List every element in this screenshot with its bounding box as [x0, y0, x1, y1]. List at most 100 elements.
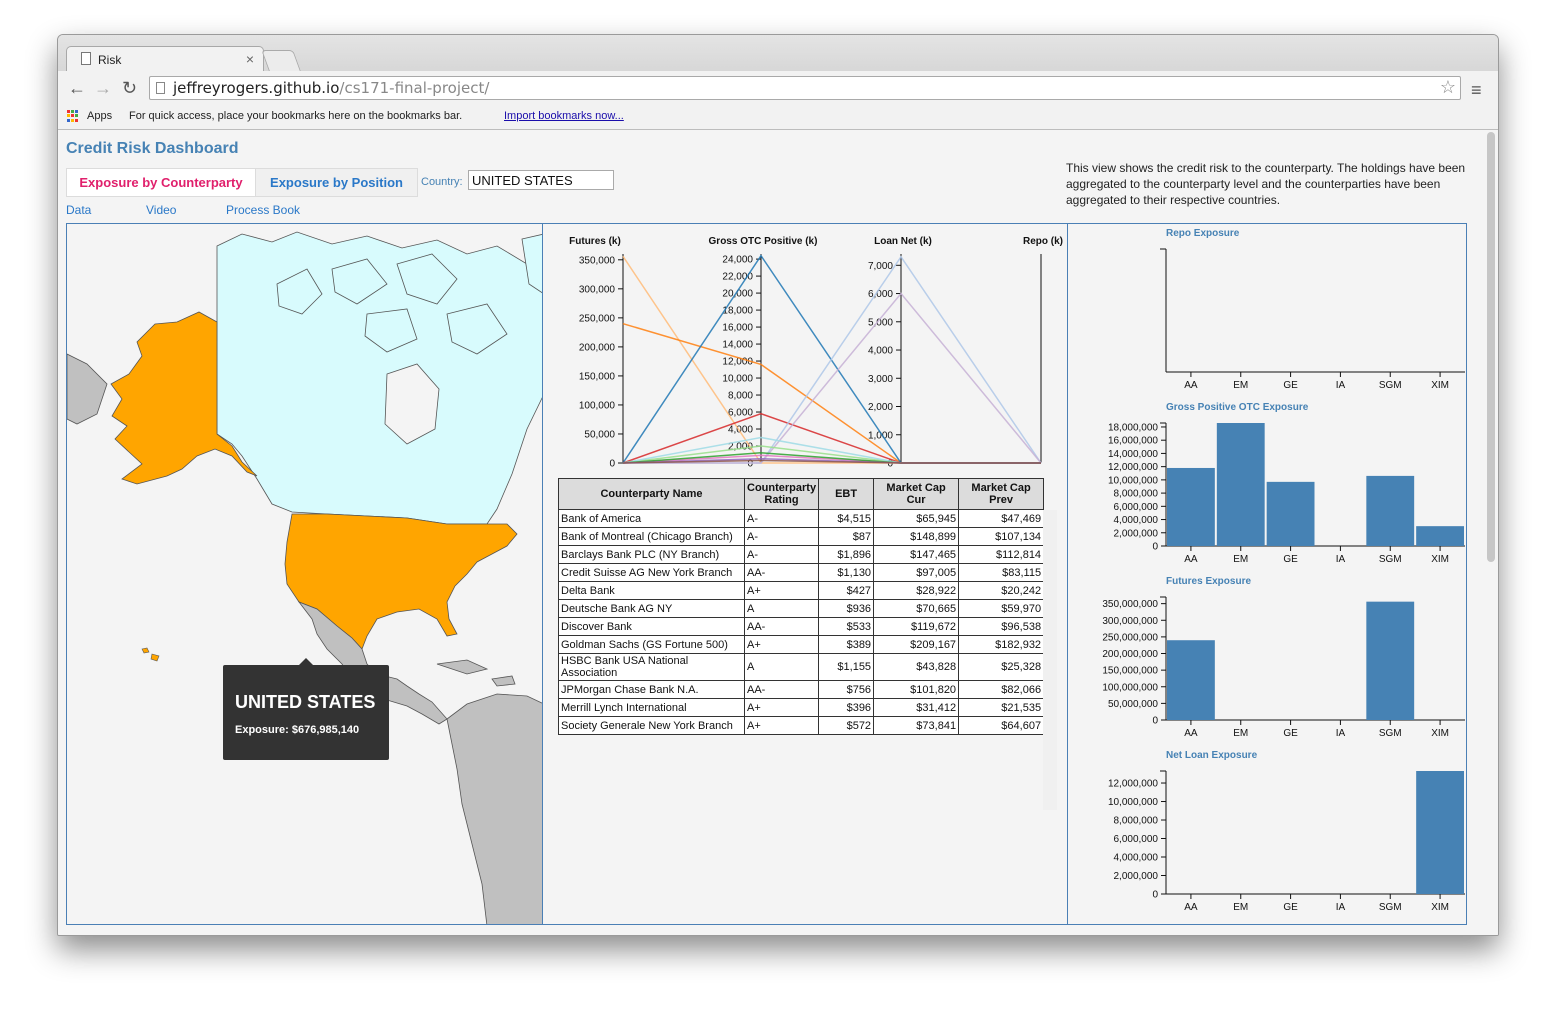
y-tick-label: 100,000,000 [1102, 682, 1158, 693]
table-row[interactable]: Barclays Bank PLC (NY Branch) A- $1,896 $14… [558, 545, 1045, 564]
apps-icon[interactable] [67, 110, 79, 122]
map-caribbean[interactable] [436, 659, 516, 687]
cell-market-cap-cur: $147,465 [873, 545, 960, 564]
pc-tick-label: 8,000 [728, 391, 753, 402]
table-row[interactable]: Bank of America A- $4,515 $65,945 $47,469 [558, 509, 1045, 528]
page-content: Credit Risk Dashboard Exposure by Counte… [58, 130, 1498, 935]
cell-rating: A+ [743, 698, 820, 717]
x-tick-label: XIM [1431, 902, 1449, 913]
tab-exposure-by-counterparty[interactable]: Exposure by Counterparty [67, 169, 256, 196]
table-row[interactable]: Merrill Lynch International A+ $396 $31,412… [558, 698, 1045, 717]
cell-name: Delta Bank [558, 581, 745, 600]
table-scrollbar[interactable] [1043, 510, 1057, 810]
cell-ebt: $396 [818, 698, 875, 717]
pc-series-line[interactable] [622, 322, 1041, 464]
menu-icon[interactable]: ≡ [1471, 80, 1482, 101]
x-tick-label: EM [1233, 902, 1248, 913]
cell-rating: A+ [743, 716, 820, 735]
browser-toolbar: ← → ↻ jeffreyrogers.github.io/cs171-fina… [58, 71, 1498, 107]
table-row[interactable]: Credit Suisse AG New York Branch AA- $1,13… [558, 563, 1045, 582]
back-icon[interactable]: ← [68, 79, 86, 97]
cell-market-cap-prev: $64,607 [958, 716, 1045, 735]
forward-icon[interactable]: → [94, 79, 112, 97]
x-tick-label: SGM [1379, 902, 1402, 913]
cell-rating: AA- [743, 617, 820, 636]
address-bar[interactable]: jeffreyrogers.github.io/cs171-final-proj… [149, 76, 1461, 100]
col-counterparty-rating[interactable]: Counterparty Rating [743, 478, 820, 510]
cell-market-cap-prev: $59,970 [958, 599, 1045, 618]
pc-tick-label: 300,000 [579, 284, 616, 295]
table-row[interactable]: Discover Bank AA- $533 $119,672 $96,538 [558, 617, 1045, 636]
table-row[interactable]: Deutsche Bank AG NY A $936 $70,665 $59,970 [558, 599, 1045, 618]
new-tab-button[interactable] [261, 50, 301, 71]
cell-rating: A [743, 653, 820, 681]
cell-ebt: $1,896 [818, 545, 875, 564]
close-icon[interactable]: × [246, 51, 254, 67]
pc-tick-label: 14,000 [722, 340, 753, 351]
cell-name: Credit Suisse AG New York Branch [558, 563, 745, 582]
cell-name: Society Generale New York Branch [558, 716, 745, 735]
map-russia[interactable] [67, 353, 108, 425]
world-map[interactable] [67, 224, 543, 925]
x-tick-label: IA [1336, 728, 1346, 739]
y-tick-label: 10,000,000 [1108, 475, 1158, 486]
table-row[interactable]: Delta Bank A+ $427 $28,922 $20,242 [558, 581, 1045, 600]
pc-tick-label: 24,000 [722, 255, 753, 266]
map-hawaii[interactable] [141, 647, 160, 662]
x-tick-label: GE [1283, 902, 1298, 913]
cell-market-cap-prev: $83,115 [958, 563, 1045, 582]
cell-rating: A- [743, 509, 820, 528]
apps-link[interactable]: Apps [87, 110, 112, 122]
bar[interactable] [1366, 601, 1415, 720]
col-counterparty-name[interactable]: Counterparty Name [558, 478, 745, 510]
pc-axis-label: Loan Net (k) [874, 236, 932, 247]
scroll-thumb[interactable] [1487, 132, 1495, 562]
map-south-america[interactable] [446, 693, 543, 925]
table-row[interactable]: Bank of Montreal (Chicago Branch) A- $87 $1… [558, 527, 1045, 546]
bar[interactable] [1366, 475, 1415, 546]
parallel-coordinates-chart[interactable]: Futures (k) 0 50,000 100,000 150,000 200,000 2… [543, 224, 1067, 474]
col-market-cap-cur[interactable]: Market Cap Cur [873, 478, 960, 510]
y-tick-label: 18,000,000 [1108, 422, 1158, 433]
col-market-cap-prev[interactable]: Market Cap Prev [958, 478, 1045, 510]
cell-rating: A+ [743, 581, 820, 600]
pc-axis-label: Futures (k) [569, 236, 621, 247]
y-tick-label: 350,000,000 [1102, 599, 1158, 610]
table-row[interactable]: HSBC Bank USA National Association A $1,15… [558, 653, 1045, 681]
video-link[interactable]: Video [146, 203, 176, 217]
bar[interactable] [1216, 423, 1265, 546]
y-tick-label: 4,000,000 [1114, 515, 1159, 526]
exposure-bar-charts[interactable]: Repo Exposure AA EM GE IA SGM XIM Gross Positiv… [1068, 224, 1466, 924]
data-link[interactable]: Data [66, 203, 91, 217]
browser-tab[interactable]: Risk × [66, 46, 264, 72]
process-book-link[interactable]: Process Book [226, 203, 300, 217]
col-ebt[interactable]: EBT [818, 478, 875, 510]
page-scrollbar[interactable] [1484, 130, 1498, 935]
pc-tick-label: 200,000 [579, 342, 616, 353]
bar[interactable] [1416, 771, 1464, 894]
tooltip-exposure: Exposure: $676,985,140 [235, 724, 360, 736]
bar[interactable] [1266, 481, 1315, 546]
tab-exposure-by-position[interactable]: Exposure by Position [256, 169, 417, 196]
cell-market-cap-prev: $21,535 [958, 698, 1045, 717]
pc-tick-label: 10,000 [722, 374, 753, 385]
pc-series-line[interactable] [623, 292, 1042, 464]
url-text[interactable]: jeffreyrogers.github.io/cs171-final-proj… [173, 79, 489, 97]
table-row[interactable]: Goldman Sachs (GS Fortune 500) A+ $389 $209… [558, 635, 1045, 654]
y-tick-label: 16,000,000 [1108, 436, 1158, 447]
bar[interactable] [1167, 467, 1215, 546]
reload-icon[interactable]: ↻ [122, 79, 137, 97]
table-row[interactable]: Society Generale New York Branch A+ $572 $7… [558, 716, 1045, 735]
import-bookmarks-link[interactable]: Import bookmarks now... [504, 110, 624, 122]
country-input[interactable]: UNITED STATES [468, 170, 614, 190]
star-icon[interactable]: ☆ [1440, 77, 1456, 98]
y-tick-label: 2,000,000 [1114, 528, 1159, 539]
table-row[interactable]: JPMorgan Chase Bank N.A. AA- $756 $101,820 $… [558, 680, 1045, 699]
bar[interactable] [1416, 526, 1464, 546]
x-tick-label: XIM [1431, 728, 1449, 739]
pc-tick-label: 7,000 [868, 261, 893, 272]
cell-ebt: $756 [818, 680, 875, 699]
bar[interactable] [1167, 640, 1215, 720]
cell-name: Discover Bank [558, 617, 745, 636]
cell-market-cap-cur: $97,005 [873, 563, 960, 582]
